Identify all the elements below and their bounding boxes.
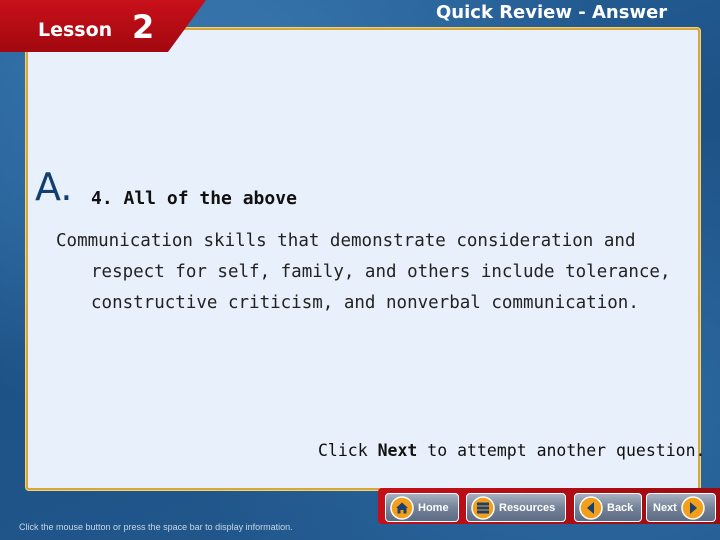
back-arrow-icon [579,495,603,520]
next-prompt: Click Next to attempt another question. [318,441,705,460]
page-title: Quick Review - Answer [436,2,668,23]
next-prompt-suffix: to attempt another question. [417,441,706,460]
home-label: Home [418,501,449,514]
answer-letter: A. [35,165,73,209]
answer-text: 4. All of the above [91,188,297,209]
next-label: Next [653,501,677,514]
resources-label: Resources [499,501,556,514]
back-label: Back [607,501,634,514]
footer-hint: Click the mouse button or press the spac… [19,522,293,532]
next-prompt-prefix: Click [318,441,378,460]
resources-icon [471,495,495,520]
resources-button[interactable]: Resources [466,493,566,522]
next-prompt-bold: Next [377,441,418,460]
lesson-label: Lesson [38,19,113,41]
back-button[interactable]: Back [574,493,642,522]
next-button[interactable]: Next [646,493,716,522]
next-arrow-icon [681,495,705,520]
lesson-number: 2 [132,8,155,46]
home-button[interactable]: Home [385,493,459,522]
explanation-text: Communication skills that demonstrate co… [56,231,671,313]
home-icon [390,495,414,520]
